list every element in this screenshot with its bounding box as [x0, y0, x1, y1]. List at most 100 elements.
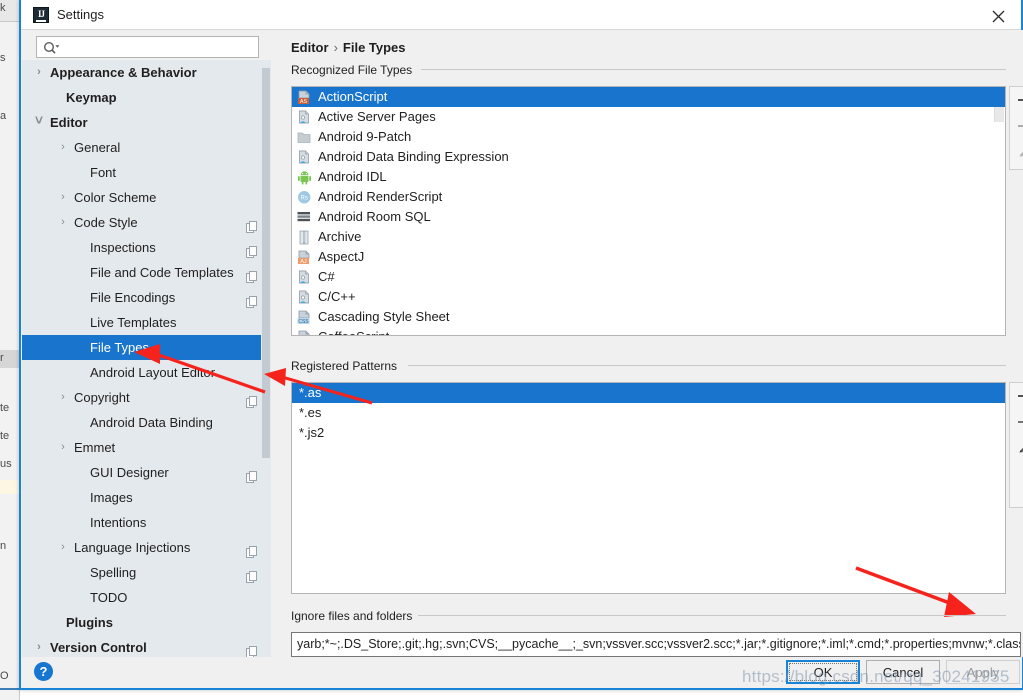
sidebar-item-keymap[interactable]: Keymap — [22, 85, 271, 110]
add-pattern-button[interactable] — [1010, 383, 1023, 409]
file-type-row[interactable]: C# — [292, 267, 1005, 287]
chevron-right-icon[interactable]: › — [56, 435, 70, 460]
sidebar-item-general[interactable]: › General — [22, 135, 271, 160]
file-type-row[interactable]: Rs Android RenderScript — [292, 187, 1005, 207]
sidebar-item-android-layout-editor[interactable]: Android Layout Editor — [22, 360, 271, 385]
sidebar-item-images[interactable]: Images — [22, 485, 271, 510]
copy-settings-icon[interactable] — [246, 541, 257, 558]
settings-tree[interactable]: › Appearance & Behavior Keymap ˅ Editor › Gene… — [22, 60, 271, 657]
file-type-row[interactable]: Android 9-Patch — [292, 127, 1005, 147]
svg-text:AJ: AJ — [300, 259, 307, 265]
sidebar-item-file-types[interactable]: File Types — [22, 335, 271, 360]
coffeescript-file-icon — [297, 330, 312, 335]
sidebar-item-emmet[interactable]: › Emmet — [22, 435, 271, 460]
chevron-right-icon[interactable]: › — [56, 135, 70, 160]
sidebar-item-intentions[interactable]: Intentions — [22, 510, 271, 535]
copy-settings-icon[interactable] — [246, 241, 257, 258]
file-type-row[interactable]: C/C++ — [292, 287, 1005, 307]
pattern-row[interactable]: *.es — [292, 403, 1005, 423]
file-type-row[interactable]: Active Server Pages — [292, 107, 1005, 127]
chevron-right-icon[interactable]: › — [32, 635, 46, 657]
file-type-row[interactable]: Android Data Binding Expression — [292, 147, 1005, 167]
close-icon[interactable] — [977, 0, 1021, 29]
copy-settings-icon[interactable] — [246, 466, 257, 483]
chevron-down-icon[interactable]: ˅ — [32, 110, 46, 131]
ok-button[interactable]: OK — [786, 660, 860, 684]
help-button[interactable]: ? — [34, 662, 53, 681]
apply-button[interactable]: Apply — [946, 660, 1020, 684]
sidebar-item-spelling[interactable]: Spelling — [22, 560, 271, 585]
sidebar-item-file-encodings[interactable]: File Encodings — [22, 285, 271, 310]
sidebar-item-todo[interactable]: TODO — [22, 585, 271, 610]
remove-file-type-button[interactable] — [1010, 113, 1023, 139]
file-type-row[interactable]: Android IDL — [292, 167, 1005, 187]
chevron-right-icon[interactable]: › — [56, 535, 70, 560]
search-input[interactable] — [65, 39, 253, 56]
edit-pattern-button[interactable] — [1010, 435, 1023, 461]
recognized-file-types-list[interactable]: AS ActionScript Active Server Pages Android… — [291, 86, 1006, 336]
sidebar-item-font[interactable]: Font — [22, 160, 271, 185]
ignore-files-input[interactable]: yarb;*~;.DS_Store;.git;.hg;.svn;CVS;__py… — [291, 632, 1021, 657]
copy-settings-icon[interactable] — [246, 391, 257, 408]
pattern-row[interactable]: *.as — [292, 383, 1005, 403]
copy-settings-icon[interactable] — [246, 216, 257, 233]
file-type-label: Android Room SQL — [318, 209, 431, 224]
sidebar-item-label: File Encodings — [90, 290, 176, 305]
edit-file-type-button[interactable] — [1010, 139, 1023, 165]
search-box[interactable] — [36, 36, 259, 58]
sidebar-item-language-injections[interactable]: › Language Injections — [22, 535, 271, 560]
file-types-rows: AS ActionScript Active Server Pages Android… — [292, 87, 1005, 335]
patterns-group-rule — [408, 365, 1006, 366]
add-file-type-button[interactable] — [1010, 87, 1023, 113]
sidebar-item-android-data-binding[interactable]: Android Data Binding — [22, 410, 271, 435]
copy-settings-icon[interactable] — [246, 641, 257, 657]
file-type-row[interactable]: AJ AspectJ — [292, 247, 1005, 267]
file-type-row[interactable]: AS ActionScript — [292, 87, 1005, 107]
copy-settings-icon[interactable] — [246, 566, 257, 583]
file-type-label: Archive — [318, 229, 362, 244]
sidebar-item-version-control[interactable]: › Version Control — [22, 635, 271, 657]
pattern-row[interactable]: *.js2 — [292, 423, 1005, 443]
css-file-icon: CSS — [297, 310, 312, 325]
sidebar-item-label: Copyright — [74, 390, 130, 405]
file-type-label: Cascading Style Sheet — [318, 309, 450, 324]
chevron-right-icon[interactable]: › — [56, 385, 70, 410]
file-type-label: Android IDL — [318, 169, 387, 184]
folder-icon — [297, 130, 312, 145]
search-icon — [43, 41, 60, 58]
cancel-button[interactable]: Cancel — [866, 660, 940, 684]
remove-pattern-button[interactable] — [1010, 409, 1023, 435]
ignore-group-rule — [418, 615, 1006, 616]
sidebar-scrollbar-thumb[interactable] — [262, 68, 270, 458]
background-text-fragment: r — [0, 352, 4, 364]
sidebar-item-appearance-behavior[interactable]: › Appearance & Behavior — [22, 60, 271, 85]
breadcrumb: Editor › File Types — [291, 40, 406, 55]
sidebar-item-color-scheme[interactable]: › Color Scheme — [22, 185, 271, 210]
file-type-row[interactable]: CoffeeScript — [292, 327, 1005, 335]
copy-settings-icon[interactable] — [246, 266, 257, 283]
sidebar-item-editor[interactable]: ˅ Editor — [22, 110, 271, 135]
sidebar-item-file-and-code-templates[interactable]: File and Code Templates — [22, 260, 271, 285]
renderscript-icon: Rs — [297, 190, 312, 205]
sidebar-item-live-templates[interactable]: Live Templates — [22, 310, 271, 335]
recognized-group-rule — [421, 69, 1006, 70]
copy-settings-icon[interactable] — [246, 291, 257, 308]
sidebar-item-label: File and Code Templates — [90, 265, 234, 280]
sidebar-item-inspections[interactable]: Inspections — [22, 235, 271, 260]
file-type-row[interactable]: Archive — [292, 227, 1005, 247]
sidebar-item-copyright[interactable]: › Copyright — [22, 385, 271, 410]
sidebar-item-gui-designer[interactable]: GUI Designer — [22, 460, 271, 485]
chevron-right-icon[interactable]: › — [32, 60, 46, 85]
breadcrumb-current: File Types — [342, 40, 406, 55]
file-type-label: C# — [318, 269, 335, 284]
file-type-row[interactable]: Android Room SQL — [292, 207, 1005, 227]
breadcrumb-parent[interactable]: Editor — [291, 40, 329, 55]
sidebar-item-label: GUI Designer — [90, 465, 169, 480]
sidebar-item-plugins[interactable]: Plugins — [22, 610, 271, 635]
settings-sidebar: › Appearance & Behavior Keymap ˅ Editor › Gene… — [22, 30, 271, 657]
chevron-right-icon[interactable]: › — [56, 210, 70, 235]
registered-patterns-list[interactable]: *.as *.es *.js2 — [291, 382, 1006, 594]
file-type-row[interactable]: CSS Cascading Style Sheet — [292, 307, 1005, 327]
chevron-right-icon[interactable]: › — [56, 185, 70, 210]
sidebar-item-code-style[interactable]: › Code Style — [22, 210, 271, 235]
